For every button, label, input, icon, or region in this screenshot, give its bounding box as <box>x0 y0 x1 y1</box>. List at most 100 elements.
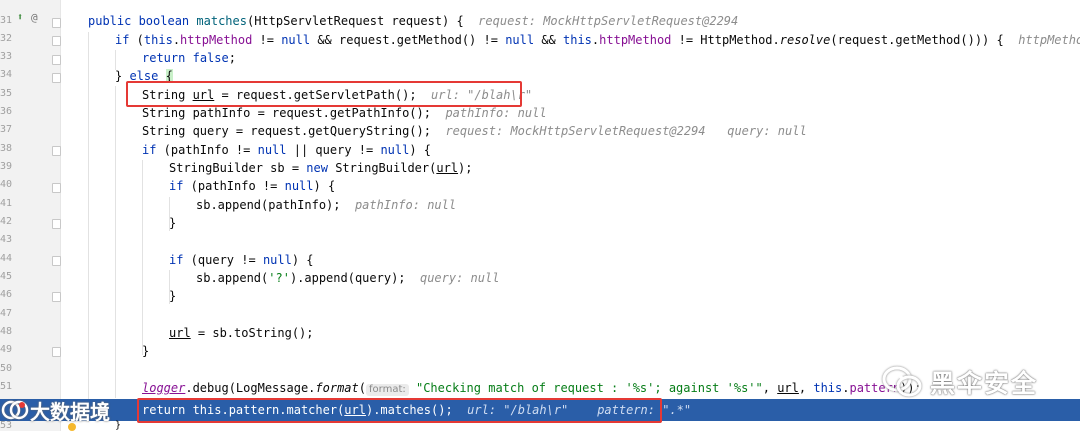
token: sb.append( <box>196 271 269 285</box>
token: logger <box>142 381 186 395</box>
code-line-53[interactable]: } <box>115 421 121 431</box>
line-number: 47 <box>0 308 13 319</box>
token: ); <box>458 161 473 175</box>
fold-marker-icon[interactable] <box>52 36 61 46</box>
indent-guide <box>115 86 116 398</box>
fold-marker-icon[interactable] <box>52 347 61 357</box>
highlight-box-servlet-path <box>126 81 522 107</box>
token: && <box>534 33 563 47</box>
code-line-44[interactable]: if (query != null) { <box>169 251 314 269</box>
line-number: 51 <box>0 381 13 392</box>
token: return <box>142 51 186 65</box>
token: url <box>436 161 459 175</box>
fold-marker-icon[interactable] <box>52 73 61 83</box>
token: ( <box>129 33 144 47</box>
code-line-49[interactable]: } <box>142 342 149 360</box>
line-number: 48 <box>0 326 13 337</box>
token: sb.append(pathInfo); <box>196 198 341 212</box>
debug-inline-value: pathInfo: null <box>354 198 457 212</box>
wechat-icon <box>882 366 922 397</box>
indent-guide <box>142 160 143 355</box>
token: ) { <box>409 143 432 157</box>
token: String pathInfo = request.getPathInfo(); <box>142 106 431 120</box>
implementation-marker-icon[interactable]: ⬆ <box>17 12 23 23</box>
line-number: 44 <box>0 253 13 264</box>
token: url <box>777 381 799 395</box>
line-number: 38 <box>0 143 13 154</box>
token: (pathInfo != <box>156 143 258 157</box>
fold-marker-icon[interactable] <box>52 55 61 65</box>
fold-marker-icon[interactable] <box>52 219 61 229</box>
parameter-name-hint: format: <box>366 384 409 396</box>
token: ( <box>358 381 366 395</box>
watermark-logo-icon <box>1 400 29 420</box>
line-number: 34 <box>0 69 13 80</box>
code-line-41[interactable]: sb.append(pathInfo); pathInfo: null <box>196 196 456 214</box>
token: false <box>192 51 229 65</box>
watermark-left: 大数据境 <box>0 394 110 426</box>
token: null <box>505 33 535 47</box>
code-line-42[interactable]: } <box>169 214 176 232</box>
code-line-31[interactable]: public boolean matches(HttpServletReques… <box>88 12 738 30</box>
code-line-46[interactable]: } <box>169 287 176 305</box>
fold-marker-icon[interactable] <box>52 256 61 266</box>
fold-marker-icon[interactable] <box>52 292 61 302</box>
line-number: 49 <box>0 344 13 355</box>
line-number: 33 <box>0 51 13 62</box>
token: , <box>798 381 814 395</box>
token: } <box>142 344 150 358</box>
fold-marker-icon[interactable] <box>52 183 61 193</box>
token: resolve <box>779 33 831 47</box>
token: matches <box>196 14 247 28</box>
fold-marker-icon[interactable] <box>52 146 61 156</box>
debug-inline-value: query: null <box>727 124 807 138</box>
code-line-40[interactable]: if (pathInfo != null) { <box>169 177 335 195</box>
token: ; <box>228 51 236 65</box>
token: . <box>172 33 181 47</box>
line-number: 40 <box>0 179 13 190</box>
token: (pathInfo != <box>183 179 285 193</box>
line-number: 41 <box>0 198 13 209</box>
line-number: 39 <box>0 161 13 172</box>
code-line-33[interactable]: return false; <box>142 49 236 67</box>
token: } <box>169 289 177 303</box>
token: '?' <box>268 271 290 285</box>
code-line-51[interactable]: logger.debug(LogMessage.format(format: "… <box>142 379 922 397</box>
highlight-box-matcher <box>137 398 662 423</box>
debug-inline-value: httpMethod: null <box>1018 33 1080 47</box>
watermark-text: 大数据境 <box>30 399 110 424</box>
token: .debug(LogMessage. <box>185 381 316 395</box>
token: } <box>169 216 177 230</box>
token: httpMethod <box>599 33 672 47</box>
token: null <box>262 253 292 267</box>
code-line-45[interactable]: sb.append('?').append(query); query: nul… <box>196 269 499 287</box>
override-annotation-icon[interactable]: @ <box>31 11 38 24</box>
line-number: 50 <box>0 363 13 374</box>
token: url <box>169 326 191 340</box>
token: ) { <box>291 253 314 267</box>
code-line-48[interactable]: url = sb.toString(); <box>169 324 314 342</box>
watermark-text: 黑伞安全 <box>930 369 1039 398</box>
token: if <box>169 253 184 267</box>
token: , <box>762 381 778 395</box>
token: (query != <box>183 253 263 267</box>
token: if <box>169 179 184 193</box>
line-number: 42 <box>0 216 13 227</box>
line-number: 45 <box>0 271 13 282</box>
code-line-38[interactable]: if (pathInfo != null || query != null) { <box>142 141 431 159</box>
token: public boolean <box>88 14 190 28</box>
code-line-37[interactable]: String query = request.getQueryString();… <box>142 122 807 140</box>
token: } <box>115 420 122 431</box>
token: null <box>284 179 314 193</box>
token: "Checking match of request : '%s'; again… <box>415 381 763 395</box>
code-line-32[interactable]: if (this.httpMethod != null && request.g… <box>115 31 1080 49</box>
line-number: 37 <box>0 124 13 135</box>
token: != <box>252 33 282 47</box>
token: || query != <box>286 143 381 157</box>
code-line-39[interactable]: StringBuilder sb = new StringBuilder(url… <box>169 159 472 177</box>
token: if <box>142 143 157 157</box>
fold-marker-icon[interactable] <box>52 18 61 28</box>
token: StringBuilder( <box>327 161 437 175</box>
